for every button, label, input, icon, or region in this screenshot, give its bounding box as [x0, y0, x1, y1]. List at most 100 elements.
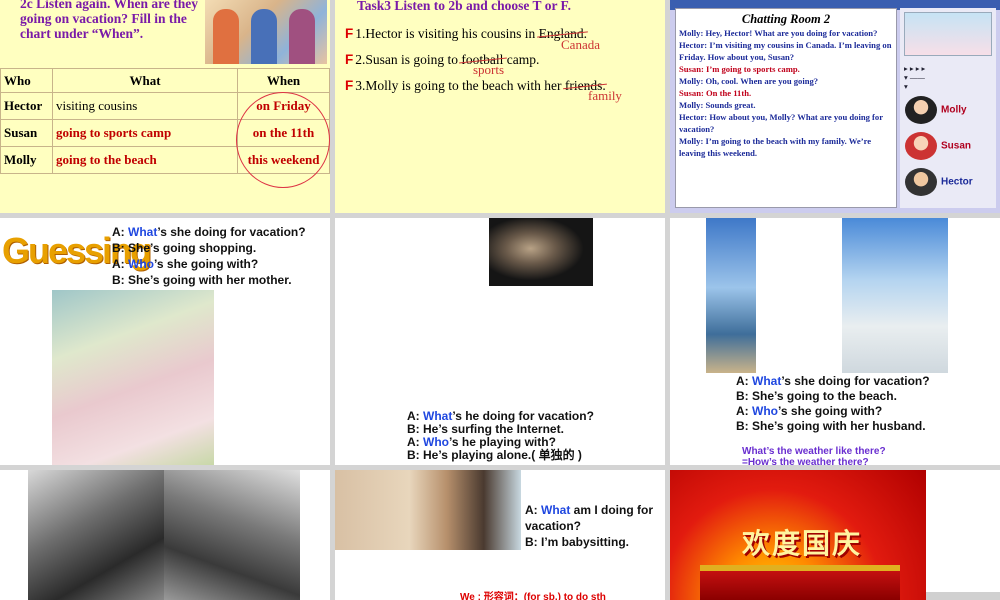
dialog-text: ’s she going with? — [778, 404, 883, 418]
shopping-girl-photo — [52, 290, 214, 465]
dialog-block: A: What’s she doing for vacation? B: She… — [736, 374, 930, 434]
chat-speaker: Hector: — [679, 40, 708, 50]
grey-strip — [926, 592, 1000, 600]
dialog-line: A: What’s she doing for vacation? — [112, 224, 306, 240]
beach-photo — [706, 218, 756, 373]
buddy-menu: ▸ ▸ ▸ ▸ ▾ —— ▾ — [904, 64, 926, 91]
chat-text: Sounds great. — [705, 100, 756, 110]
cell-who: Susan — [0, 119, 53, 147]
chat-line: Molly: Hey, Hector! What are you doing f… — [676, 27, 896, 39]
header-who: Who — [0, 68, 53, 93]
tf-item: F 3.Molly is going to the beach with her … — [345, 78, 606, 94]
person-figure — [289, 9, 315, 64]
item-text: 1.Hector is visiting his cousins in — [355, 26, 539, 41]
header-what: What — [52, 68, 238, 93]
wh-word: What — [128, 225, 158, 239]
person-figure — [213, 9, 239, 64]
dialog-text: ’s he playing with? — [449, 435, 556, 449]
buddy-item[interactable]: Hector — [905, 168, 973, 196]
slide-listening-chart[interactable]: 2c Listen again. When are they going on … — [0, 0, 330, 213]
dialog-text: B: She’s going with her husband. — [736, 419, 926, 433]
chat-line: Hector: I’m visiting my cousins in Canad… — [676, 39, 896, 63]
dialog-line: B: She’s going with her mother. — [112, 272, 306, 288]
chat-speaker: Molly: — [679, 100, 704, 110]
tiananmen-gate-graphic — [700, 565, 900, 600]
header-when: When — [237, 68, 330, 93]
cartoon-people-image — [205, 0, 327, 64]
dialog-line: A: Who’s she going with? — [736, 404, 930, 419]
dialog-block: A: What’s she doing for vacation? B: She… — [112, 224, 306, 288]
cell-what: going to the beach — [52, 146, 238, 174]
dialog-prefix: A: — [112, 225, 128, 239]
dialog-line: B: She’s going with her husband. — [736, 419, 930, 434]
buddy-name: Hector — [941, 176, 973, 188]
buddy-item[interactable]: Susan — [905, 132, 971, 160]
chat-text: On the 11th. — [706, 88, 752, 98]
correction-text: sports — [473, 62, 505, 77]
chat-line: Molly: Sounds great. — [676, 99, 896, 111]
dialog-text: B: I’m babysitting. — [525, 535, 630, 549]
slide-babysitting[interactable]: A: What am I doing for vacation? B: I’m … — [335, 470, 665, 600]
slide-chat-room[interactable]: Chatting Room 2 Molly: Hey, Hector! What… — [670, 0, 1000, 213]
dialog-text: B: She’s going with her mother. — [112, 273, 292, 287]
boy-dog-photo — [28, 470, 164, 600]
buddy-name: Susan — [941, 140, 972, 152]
slide-true-false[interactable]: Task3 Listen to 2b and choose T or F. F1… — [335, 0, 665, 213]
chat-speaker: Molly: — [679, 76, 704, 86]
buddy-item[interactable]: Molly — [905, 96, 967, 124]
chat-line: Molly: I’m going to the beach with my fa… — [676, 135, 896, 159]
man-smoking-photo — [489, 218, 593, 286]
dialog-line: B: He’s playing alone.( 单独的 ) — [407, 449, 594, 462]
false-mark: F — [345, 26, 354, 41]
dialog-text: ’s she doing for vacation? — [781, 374, 930, 388]
correction-text: family — [588, 88, 622, 103]
chat-transcript: Chatting Room 2 Molly: Hey, Hector! What… — [675, 8, 897, 208]
man-at-computer-photo — [335, 470, 521, 550]
dialog-block: A: What am I doing for vacation? B: I’m … — [525, 502, 661, 550]
dialog-text: B: She’s going to the beach. — [736, 389, 897, 403]
dialog-prefix: A: — [407, 409, 423, 423]
dialog-prefix: A: — [736, 374, 752, 388]
avatar — [904, 12, 992, 56]
dialog-text: ’s she going with? — [154, 257, 259, 271]
chart-instructions: 2c Listen again. When are they going on … — [20, 0, 199, 41]
slide-dog-photos[interactable] — [0, 470, 330, 600]
chat-line: Hector: How about you, Molly? What are y… — [676, 111, 896, 135]
wh-word: What — [423, 409, 453, 423]
dialog-prefix: A: — [407, 435, 423, 449]
false-mark: F — [345, 78, 354, 93]
tf-item: F 1.Hector is visiting his cousins in Eng… — [345, 26, 587, 42]
buddy-face-icon — [905, 132, 937, 160]
person-figure — [251, 9, 277, 64]
weather-question: What’s the weather like there? =How’s th… — [742, 446, 886, 465]
task-heading: Task3 Listen to 2b and choose T or F. — [357, 0, 571, 13]
cell-what: visiting cousins — [52, 92, 238, 120]
slide-internet[interactable]: A: What’s he doing for vacation? B: He’s… — [335, 218, 665, 465]
slide-beach[interactable]: A: What’s she doing for vacation? B: She… — [670, 218, 1000, 465]
chat-text: I’m going to sports camp. — [706, 64, 800, 74]
chat-text: I’m going to the beach with my family. W… — [679, 136, 872, 158]
dialog-prefix: A: — [736, 404, 752, 418]
chat-speaker: Susan: — [679, 64, 704, 74]
weather-question-2: =How’s the weather there? — [742, 457, 869, 465]
slide-guessing-shopping[interactable]: Guessing A: What’s she doing for vacatio… — [0, 218, 330, 465]
false-mark: F — [345, 52, 354, 67]
chat-text: How about you, Molly? What are you doing… — [679, 112, 883, 134]
chat-text: Oh, cool. When are you going? — [705, 76, 819, 86]
buddy-face-icon — [905, 168, 937, 196]
buddy-name: Molly — [941, 104, 967, 116]
cell-who: Hector — [0, 92, 53, 120]
chat-line: Molly: Oh, cool. When are you going? — [676, 75, 896, 87]
slide-national-day[interactable]: 欢度国庆 — [670, 470, 1000, 600]
dialog-text: ’s he doing for vacation? — [452, 409, 594, 423]
national-day-title: 欢度国庆 — [742, 527, 863, 560]
dialog-line: A: What’s she doing for vacation? — [736, 374, 930, 389]
dialog-line: B: She’s going shopping. — [112, 240, 306, 256]
dialog-prefix: A: — [525, 503, 541, 517]
woman-beach-photo — [842, 218, 948, 373]
dialog-text: B: He’s surfing the Internet. — [407, 422, 564, 436]
tf-item: F 2.Susan is going to football camp. — [345, 52, 539, 68]
weather-question-1: What’s the weather like there? — [742, 446, 886, 457]
dialog-line: A: Who’s she going with? — [112, 256, 306, 272]
wh-word: Who — [423, 435, 449, 449]
